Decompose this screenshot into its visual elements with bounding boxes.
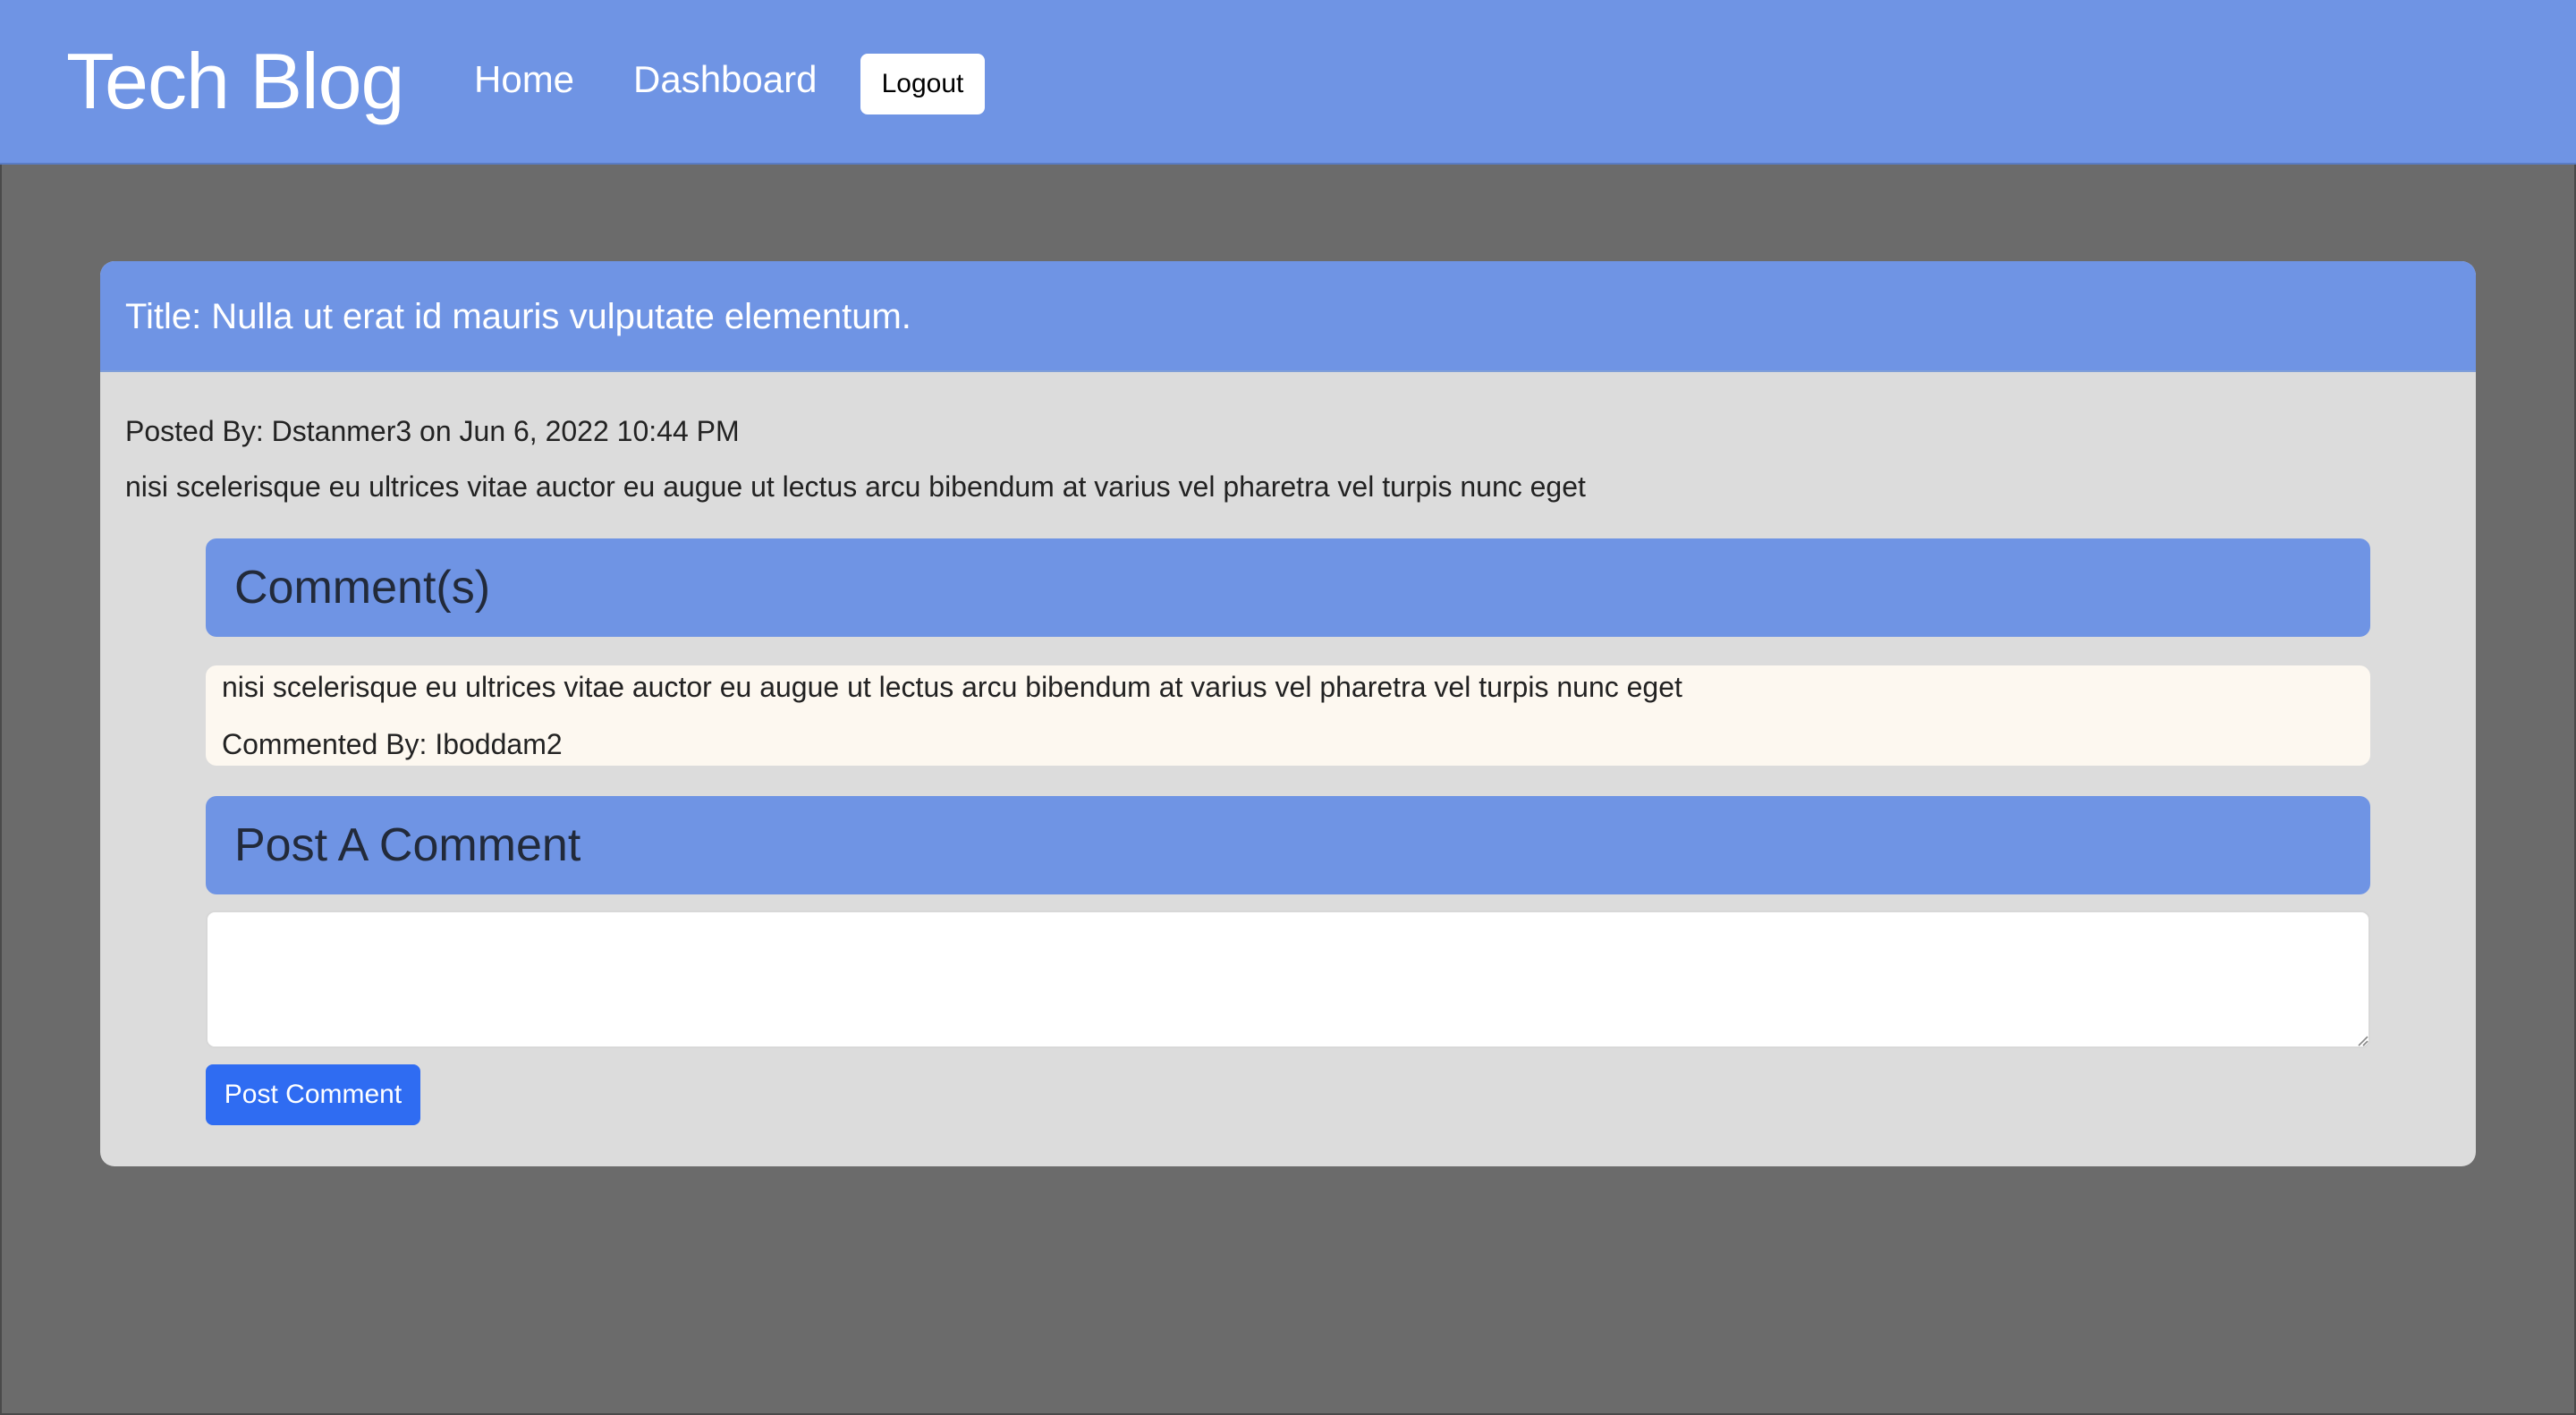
post-comment-header: Post A Comment bbox=[206, 796, 2370, 894]
post-comment-heading: Post A Comment bbox=[234, 819, 581, 871]
comment-text: nisi scelerisque eu ultrices vitae aucto… bbox=[222, 671, 1682, 703]
post-card: Title: Nulla ut erat id mauris vulputate… bbox=[100, 261, 2476, 1166]
post-meta: Posted By: Dstanmer3 on Jun 6, 2022 10:4… bbox=[125, 415, 740, 447]
comment-textarea[interactable] bbox=[206, 911, 2370, 1048]
post-title: Title: Nulla ut erat id mauris vulputate… bbox=[125, 297, 911, 336]
nav-link-dashboard[interactable]: Dashboard bbox=[633, 52, 817, 107]
post-header: Title: Nulla ut erat id mauris vulputate… bbox=[100, 261, 2476, 372]
comment-author: Commented By: Iboddam2 bbox=[222, 728, 563, 760]
comment-item: nisi scelerisque eu ultrices vitae aucto… bbox=[206, 665, 2370, 766]
comments-heading: Comment(s) bbox=[234, 562, 491, 614]
post-body: nisi scelerisque eu ultrices vitae aucto… bbox=[125, 470, 1586, 503]
post-comment-button[interactable]: Post Comment bbox=[206, 1064, 420, 1125]
nav-link-home[interactable]: Home bbox=[474, 52, 574, 107]
logout-button[interactable]: Logout bbox=[860, 54, 985, 114]
comments-header: Comment(s) bbox=[206, 538, 2370, 637]
site-brand[interactable]: Tech Blog bbox=[66, 32, 404, 131]
resize-grip-icon[interactable] bbox=[2356, 1034, 2368, 1046]
navbar: Tech Blog Home Dashboard Logout bbox=[0, 0, 2576, 165]
